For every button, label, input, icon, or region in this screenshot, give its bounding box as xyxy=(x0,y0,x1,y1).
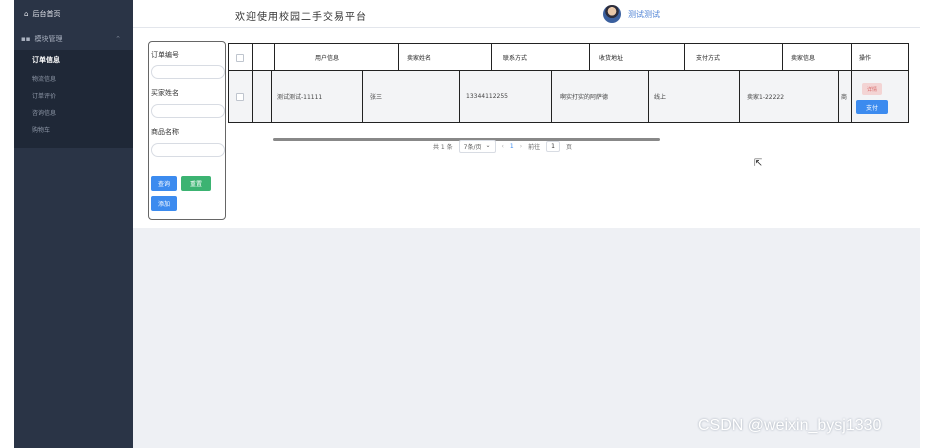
search-panel: 订单编号 买家姓名 商品名称 查询 重置 添加 xyxy=(148,41,226,220)
column-header[interactable]: 用户信息 xyxy=(315,44,339,70)
prev-page-icon[interactable]: ‹ xyxy=(502,143,504,150)
sidebar-item-orders[interactable]: 订单信息 xyxy=(14,50,133,70)
cell-user-info: 测试测试-11111 xyxy=(277,94,323,101)
column-header[interactable]: 卖家姓名 xyxy=(407,44,431,70)
query-button[interactable]: 查询 xyxy=(151,176,177,191)
page-suffix: 页 xyxy=(566,144,573,151)
order-no-input[interactable] xyxy=(151,65,225,79)
detail-button[interactable]: 详情 xyxy=(862,83,882,95)
cell-payment: 线上 xyxy=(654,94,667,101)
goto-page-input[interactable]: 1 xyxy=(546,141,560,152)
sidebar-home[interactable]: ⌂ 后台首页 xyxy=(14,0,133,28)
sidebar-item-label: 订单信息 xyxy=(32,56,60,64)
mouse-cursor-icon: ⇱ xyxy=(754,158,763,169)
user-name[interactable]: 测试测试 xyxy=(628,9,660,20)
sidebar-home-label: 后台首页 xyxy=(32,10,61,18)
sidebar: ⌂ 后台首页 ▪▪ 模块管理 ⌃ 订单信息 物流信息 订单评价 咨询信息 购物车 xyxy=(14,0,133,448)
order-no-label: 订单编号 xyxy=(151,51,179,59)
column-header[interactable]: 卖家信息 xyxy=(791,44,815,70)
sidebar-group-label: 模块管理 xyxy=(34,35,63,43)
sidebar-item-inquiries[interactable]: 咨询信息 xyxy=(14,104,133,121)
grid-icon: ▪▪ xyxy=(21,35,31,43)
product-name-input[interactable] xyxy=(151,143,225,157)
cell-seller-info: 卖家1-22222 xyxy=(747,94,785,101)
sidebar-item-label: 订单评价 xyxy=(32,93,57,100)
pagination: 共 1 条 7条/页 ⌄ ‹ 1 › 前往 1 页 xyxy=(433,140,572,153)
next-page-icon[interactable]: › xyxy=(520,143,522,150)
table-row[interactable]: 测试测试-11111 张三 13344112255 啊实打实的阿萨德 线上 卖家… xyxy=(228,71,909,123)
add-button[interactable]: 添加 xyxy=(151,196,177,211)
sidebar-item-label: 物流信息 xyxy=(32,76,57,83)
cell-truncated: 商 xyxy=(841,94,848,101)
watermark: CSDN @weixin_bysj1330 xyxy=(698,417,882,434)
avatar[interactable] xyxy=(603,5,621,23)
cell-seller-name: 张三 xyxy=(370,94,383,101)
sidebar-item-label: 购物车 xyxy=(32,127,51,134)
column-header: 操作 xyxy=(859,54,872,62)
sidebar-group-modules[interactable]: ▪▪ 模块管理 ⌃ xyxy=(14,28,133,50)
chevron-up-icon: ⌃ xyxy=(115,35,121,43)
chevron-down-icon: ⌄ xyxy=(485,142,491,149)
goto-label: 前往 xyxy=(528,144,541,151)
cell-contact: 13344112255 xyxy=(466,93,508,100)
column-header[interactable]: 收货地址 xyxy=(599,44,623,70)
app-frame: ⌂ 后台首页 ▪▪ 模块管理 ⌃ 订单信息 物流信息 订单评价 咨询信息 购物车… xyxy=(14,0,920,448)
sidebar-submenu: 订单信息 物流信息 订单评价 咨询信息 购物车 xyxy=(14,50,133,148)
page-size-value: 7条/页 xyxy=(463,144,482,151)
page-size-select[interactable]: 7条/页 ⌄ xyxy=(458,140,496,153)
current-page[interactable]: 1 xyxy=(510,143,514,150)
page-title: 欢迎使用校园二手交易平台 xyxy=(235,12,367,23)
main-content: 订单编号 买家姓名 商品名称 查询 重置 添加 用户信息 卖家姓名 联系方式 收… xyxy=(133,28,920,228)
pagination-total: 共 1 条 xyxy=(433,144,453,151)
column-header[interactable]: 联系方式 xyxy=(503,44,527,70)
home-icon: ⌂ xyxy=(24,10,29,18)
reset-button[interactable]: 重置 xyxy=(181,176,211,191)
product-name-label: 商品名称 xyxy=(151,128,179,136)
sidebar-item-reviews[interactable]: 订单评价 xyxy=(14,87,133,104)
orders-table: 用户信息 卖家姓名 联系方式 收货地址 支付方式 卖家信息 操作 测试测试-11… xyxy=(228,43,909,141)
buyer-name-label: 买家姓名 xyxy=(151,89,179,97)
sidebar-item-label: 咨询信息 xyxy=(32,110,57,117)
select-all-checkbox[interactable] xyxy=(236,54,244,62)
buyer-name-input[interactable] xyxy=(151,104,225,118)
column-header[interactable]: 支付方式 xyxy=(696,44,720,70)
sidebar-item-logistics[interactable]: 物流信息 xyxy=(14,70,133,87)
sidebar-item-cart[interactable]: 购物车 xyxy=(14,121,133,138)
cell-address: 啊实打实的阿萨德 xyxy=(560,94,609,101)
top-bar: 欢迎使用校园二手交易平台 测试测试 xyxy=(133,0,920,28)
pay-button[interactable]: 支付 xyxy=(856,100,888,114)
table-header: 用户信息 卖家姓名 联系方式 收货地址 支付方式 卖家信息 操作 xyxy=(228,43,909,71)
row-checkbox[interactable] xyxy=(236,93,244,101)
